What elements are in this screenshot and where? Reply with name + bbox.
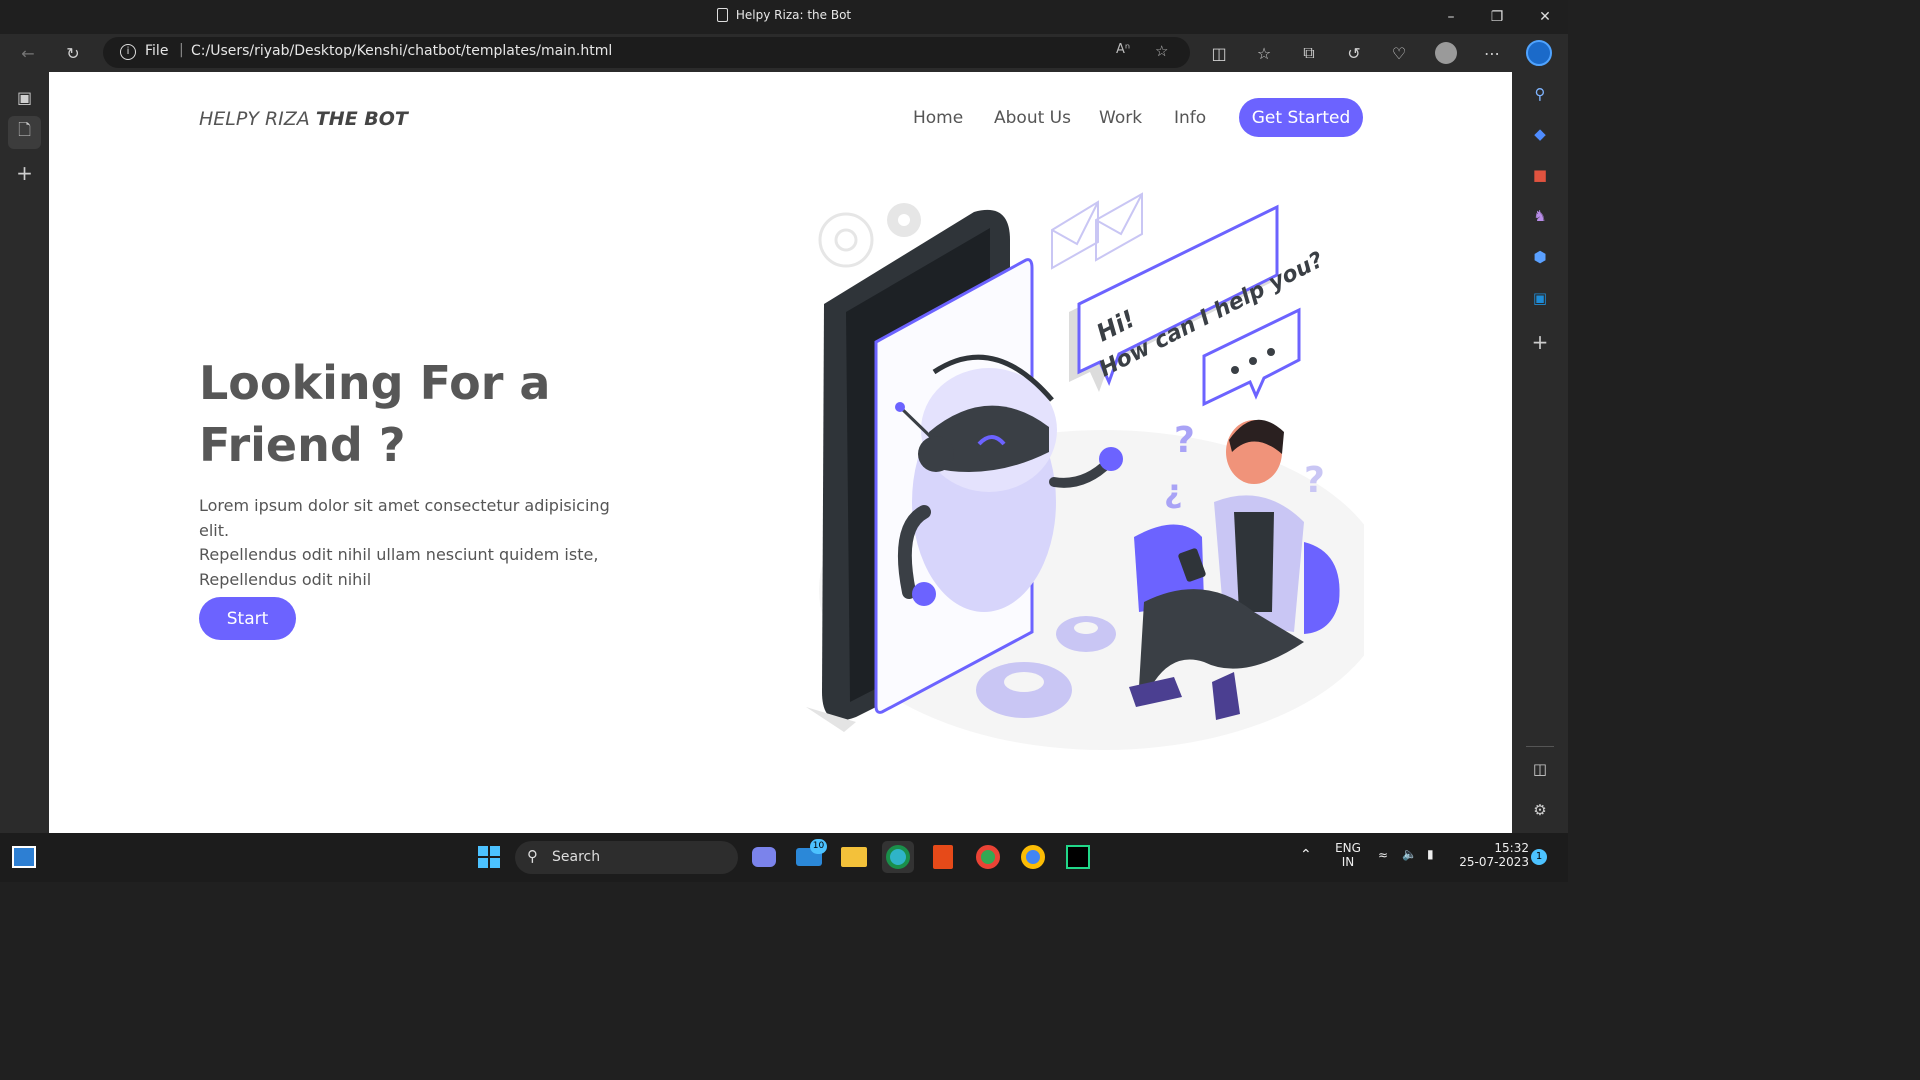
office-icon[interactable] <box>927 841 959 873</box>
edge-sidebar: ⚲ ◆ ■ ♞ ⬢ ▣ + ◫ ⚙ <box>1512 72 1568 833</box>
clock-time: 15:32 <box>1494 841 1529 855</box>
tools-briefcase-icon[interactable]: ■ <box>1526 161 1554 189</box>
tab-actions-icon[interactable]: ▣ <box>8 81 41 114</box>
battery-icon[interactable]: ▮ <box>1427 847 1434 861</box>
nav-work[interactable]: Work <box>1099 108 1142 128</box>
sidebar-settings-gear-icon[interactable]: ⚙ <box>1526 796 1554 824</box>
svg-text:¿: ¿ <box>1164 472 1183 510</box>
document-icon <box>716 8 728 22</box>
sidebar-divider <box>1526 746 1554 747</box>
chatbot-illustration: Hi! How can I help you? ? ¿ ? <box>806 192 1364 750</box>
more-menu-icon[interactable]: ⋯ <box>1476 38 1508 68</box>
performance-heart-icon[interactable]: ♡ <box>1383 38 1415 68</box>
add-sidebar-app-plus-icon[interactable]: + <box>1526 328 1554 356</box>
active-tab-document-icon[interactable]: 🗋 <box>8 116 41 149</box>
hero-title: Looking For a Friend ? <box>199 352 669 476</box>
address-bar[interactable]: i File | C:/Users/riyab/Desktop/Kenshi/c… <box>103 37 1190 68</box>
taskbar-search-label: Search <box>552 849 601 865</box>
favorites-icon[interactable]: ☆ <box>1248 38 1280 68</box>
gear-outline-icon <box>818 212 874 268</box>
clock-date: 25-07-2023 <box>1459 855 1529 869</box>
window-title-text: Helpy Riza: the Bot <box>735 8 852 22</box>
search-icon: ⚲ <box>527 847 538 865</box>
address-url[interactable]: C:/Users/riyab/Desktop/Kenshi/chatbot/te… <box>191 43 612 59</box>
language-region: IN <box>1341 855 1355 869</box>
language-code: ENG <box>1335 841 1361 855</box>
profile-avatar[interactable] <box>1430 38 1462 68</box>
file-explorer-icon[interactable] <box>838 841 870 873</box>
tray-chevron-up-icon[interactable]: ⌃ <box>1300 847 1312 863</box>
volume-icon[interactable]: 🔈 <box>1402 847 1417 861</box>
refresh-button[interactable]: ↻ <box>57 38 89 68</box>
logo-light-text: HELPY RIZA <box>199 108 316 130</box>
get-started-button[interactable]: Get Started <box>1239 98 1363 137</box>
read-aloud-icon[interactable]: Aⁿ <box>1116 42 1130 57</box>
window-titlebar: Helpy Riza: the Bot – ❐ ✕ <box>0 0 1568 34</box>
close-button[interactable]: ✕ <box>1522 0 1568 34</box>
mail-badge: 10 <box>810 839 827 854</box>
outlook-icon[interactable]: ▣ <box>1526 284 1554 312</box>
wifi-icon[interactable]: ≈ <box>1378 848 1388 862</box>
pycharm-icon[interactable] <box>1062 841 1094 873</box>
split-screen-icon[interactable]: ◫ <box>1203 38 1235 68</box>
hero-text-line-3: Repellendus odit nihil <box>199 569 372 589</box>
mail-icon[interactable]: 10 <box>793 839 827 873</box>
widgets-icon[interactable] <box>8 841 40 873</box>
vertical-tabs-bar: ▣ 🗋 + <box>0 72 49 833</box>
back-button[interactable]: ← <box>12 38 44 68</box>
gear-filled-icon <box>887 203 921 237</box>
svg-text:?: ? <box>1174 420 1195 461</box>
hide-sidebar-icon[interactable]: ◫ <box>1526 755 1554 783</box>
edge-browser-icon[interactable] <box>882 841 914 873</box>
chrome-profile-icon[interactable] <box>1017 841 1049 873</box>
restore-button[interactable]: ❐ <box>1474 0 1520 34</box>
start-windows-icon[interactable] <box>473 841 505 873</box>
minimize-button[interactable]: – <box>1428 0 1474 34</box>
notification-badge[interactable]: 1 <box>1531 849 1547 865</box>
nav-info[interactable]: Info <box>1174 108 1206 128</box>
nav-about-us[interactable]: About Us <box>994 108 1071 128</box>
web-page: HELPY RIZA THE BOT Home About Us Work In… <box>49 72 1512 833</box>
window-title: Helpy Riza: the Bot <box>0 8 1568 22</box>
favorite-star-icon[interactable]: ☆ <box>1155 42 1168 60</box>
taskbar-search-box[interactable]: ⚲ Search <box>515 841 738 874</box>
start-button[interactable]: Start <box>199 597 296 640</box>
games-icon[interactable]: ♞ <box>1526 202 1554 230</box>
logo-bold-text: THE BOT <box>315 108 408 130</box>
windows-taskbar: ⚲ Search 10 ⌃ ENG IN ≈ 🔈 ▮ 15:32 25-07-2… <box>0 833 1568 882</box>
browser-toolbar: ← ↻ i File | C:/Users/riyab/Desktop/Kens… <box>0 34 1568 72</box>
svg-text:?: ? <box>1304 460 1325 501</box>
search-icon[interactable]: ⚲ <box>1526 80 1554 108</box>
collections-icon[interactable]: ⧉ <box>1293 38 1325 68</box>
nav-home[interactable]: Home <box>913 108 963 128</box>
address-scheme: File <box>145 43 169 59</box>
info-icon[interactable]: i <box>120 44 136 60</box>
copilot-icon[interactable] <box>1523 38 1555 68</box>
hero-title-line-2: Friend ? <box>199 418 406 472</box>
shopping-tag-icon[interactable]: ◆ <box>1526 120 1554 148</box>
hero-description: Lorem ipsum dolor sit amet consectetur a… <box>199 494 619 592</box>
clock[interactable]: 15:32 25-07-2023 <box>1455 841 1529 869</box>
chrome-icon[interactable] <box>972 841 1004 873</box>
mail-envelopes-icon <box>1051 192 1143 270</box>
new-tab-plus-icon[interactable]: + <box>8 156 41 189</box>
history-icon[interactable]: ↺ <box>1338 38 1370 68</box>
hero-text-line-2: Repellendus odit nihil ullam nesciunt qu… <box>199 545 599 564</box>
hero-text-line-1: Lorem ipsum dolor sit amet consectetur a… <box>199 496 610 540</box>
teams-chat-icon[interactable] <box>748 841 780 873</box>
hero-title-line-1: Looking For a <box>199 356 551 410</box>
language-indicator[interactable]: ENG IN <box>1330 841 1366 869</box>
microsoft-365-icon[interactable]: ⬢ <box>1526 243 1554 271</box>
site-logo[interactable]: HELPY RIZA THE BOT <box>199 108 408 130</box>
address-separator: | <box>179 42 184 58</box>
